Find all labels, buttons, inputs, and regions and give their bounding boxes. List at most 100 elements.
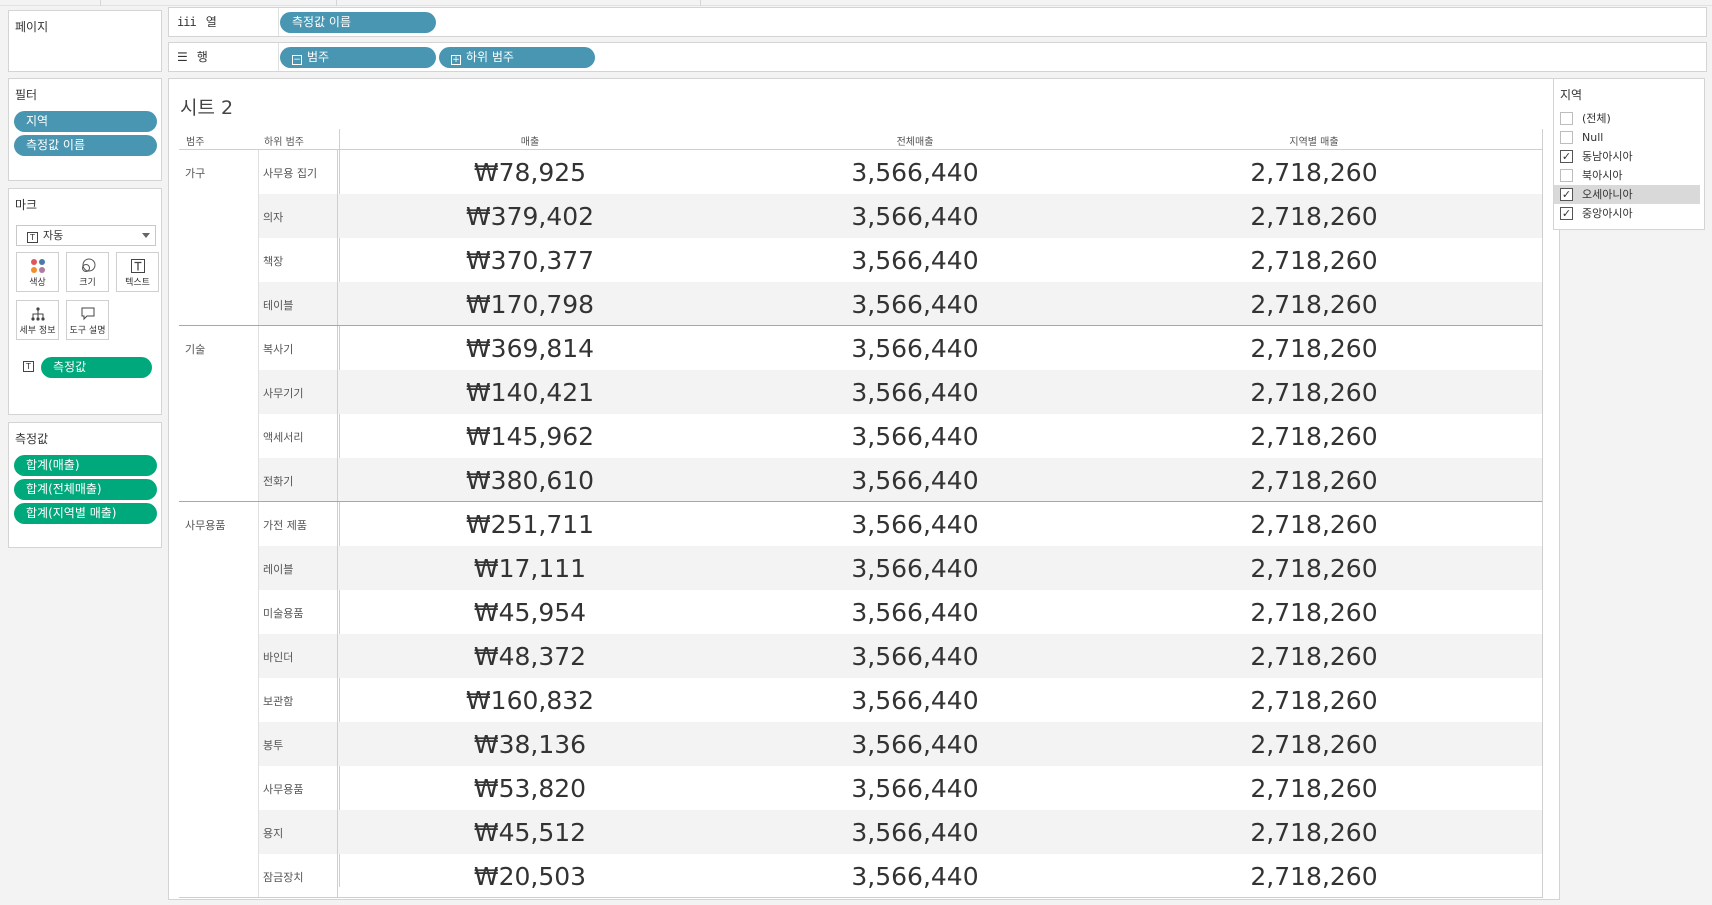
worksheet-view[interactable]: 시트 2 범주 하위 범주 매출 전체매출 지역별 매출 가구 사무용 집기 ₩78… (168, 78, 1560, 900)
subcategory-cell: 테이블 (263, 299, 294, 312)
sales-value: ₩38,136 (473, 730, 587, 759)
header-total-sales[interactable]: 전체매출 (731, 133, 1099, 148)
table-row[interactable]: 가구 사무용 집기 ₩78,925 3,566,440 2,718,260 (179, 150, 1543, 194)
table-row[interactable]: 잠금장치 ₩20,503 3,566,440 2,718,260 (179, 854, 1543, 898)
checkbox-checked[interactable]: ✓ (1560, 150, 1573, 163)
total-sales-value: 3,566,440 (851, 686, 979, 715)
columns-shelf[interactable]: iii 열 측정값 이름 (168, 7, 1707, 37)
table-row[interactable]: 사무용품 ₩53,820 3,566,440 2,718,260 (179, 766, 1543, 810)
columns-shelf-label: iii 열 (169, 8, 279, 36)
subcategory-cell: 액세서리 (263, 431, 304, 444)
header-region-sales[interactable]: 지역별 매출 (1130, 133, 1498, 148)
region-filter-card[interactable]: 지역 (전체) Null ✓ 동남아시아 북아시아 ✓ 오세아니아 ✓ 중앙아시아 (1553, 78, 1705, 230)
table-row[interactable]: 의자 ₩379,402 3,566,440 2,718,260 (179, 194, 1543, 238)
filters-card[interactable]: 필터 지역 측정값 이름 (8, 78, 162, 181)
region-sales-value: 2,718,260 (1250, 554, 1378, 583)
top-toolbar-strip (0, 0, 1712, 6)
columns-pill-measure-names[interactable]: 측정값 이름 (280, 12, 436, 33)
region-option-oceania[interactable]: ✓ 오세아니아 (1554, 185, 1700, 204)
table-row[interactable]: 사무기기 ₩140,421 3,566,440 2,718,260 (179, 370, 1543, 414)
checkbox[interactable] (1560, 112, 1573, 125)
marks-measure-values-pill[interactable]: 측정값 (41, 357, 152, 378)
subcategory-cell: 사무용 집기 (263, 167, 318, 180)
table-row[interactable]: 미술용품 ₩45,954 3,566,440 2,718,260 (179, 590, 1543, 634)
table-row[interactable]: 전화기 ₩380,610 3,566,440 2,718,260 (179, 458, 1543, 502)
subcategory-cell: 바인더 (263, 651, 294, 664)
checkbox[interactable] (1560, 131, 1573, 144)
rows-pill-subcategory-label: 하위 범주 (466, 50, 514, 64)
marks-card[interactable]: 마크 T 자동 색상 크기 텍스트 세부 정보 도구 설명 T 측정값 (8, 188, 162, 415)
size-button[interactable]: 크기 (66, 252, 109, 292)
region-option-north-asia[interactable]: 북아시아 (1554, 166, 1700, 185)
region-option-southeast-asia[interactable]: ✓ 동남아시아 (1554, 147, 1700, 166)
columns-icon: iii (177, 15, 197, 29)
measure-pill-region-sales[interactable]: 합계(지역별 매출) (14, 503, 157, 524)
header-sales[interactable]: 매출 (346, 133, 714, 148)
sales-value: ₩370,377 (465, 246, 595, 275)
region-option-label: 북아시아 (1582, 169, 1623, 182)
table-row[interactable]: 기술 복사기 ₩369,814 3,566,440 2,718,260 (179, 326, 1543, 370)
color-button-label: 색상 (29, 278, 46, 288)
subcategory-cell: 보관함 (263, 695, 294, 708)
sheet-title: 시트 2 (180, 97, 234, 119)
filter-pill-region[interactable]: 지역 (14, 111, 157, 132)
region-option-central-asia[interactable]: ✓ 중앙아시아 (1554, 204, 1700, 223)
table-row[interactable]: 테이블 ₩170,798 3,566,440 2,718,260 (179, 282, 1543, 326)
checkbox-checked[interactable]: ✓ (1560, 188, 1573, 201)
table-row[interactable]: 액세서리 ₩145,962 3,566,440 2,718,260 (179, 414, 1543, 458)
table-row[interactable]: 책장 ₩370,377 3,566,440 2,718,260 (179, 238, 1543, 282)
tooltip-button[interactable]: 도구 설명 (66, 300, 109, 340)
expand-icon[interactable]: + (451, 55, 461, 65)
checkbox-checked[interactable]: ✓ (1560, 207, 1573, 220)
group-divider (179, 325, 1543, 326)
region-option-null[interactable]: Null (1554, 128, 1700, 147)
total-sales-value: 3,566,440 (851, 818, 979, 847)
pages-card[interactable]: 페이지 (8, 10, 162, 72)
sales-value: ₩45,512 (473, 818, 587, 847)
region-sales-value: 2,718,260 (1250, 642, 1378, 671)
region-sales-value: 2,718,260 (1250, 290, 1378, 319)
text-button[interactable]: 텍스트 (116, 252, 159, 292)
filters-card-title: 필터 (15, 88, 38, 102)
total-sales-value: 3,566,440 (851, 862, 979, 891)
subcategory-cell: 책장 (263, 255, 284, 268)
measure-pill-total-sales[interactable]: 합계(전체매출) (14, 479, 157, 500)
rows-pill-subcategory[interactable]: + 하위 범주 (439, 47, 595, 68)
subcategory-cell: 미술용품 (263, 607, 304, 620)
region-option-label: Null (1582, 131, 1604, 144)
color-button[interactable]: 색상 (16, 252, 59, 292)
table-row[interactable]: 용지 ₩45,512 3,566,440 2,718,260 (179, 810, 1543, 854)
filter-pill-measure-names[interactable]: 측정값 이름 (14, 135, 157, 156)
sales-value: ₩379,402 (465, 202, 595, 231)
table-row[interactable]: 봉투 ₩38,136 3,566,440 2,718,260 (179, 722, 1543, 766)
mark-type-dropdown[interactable]: T 자동 (16, 225, 156, 246)
sales-value: ₩45,954 (473, 598, 587, 627)
subcategory-cell: 전화기 (263, 475, 294, 488)
region-option-all[interactable]: (전체) (1554, 109, 1700, 128)
total-sales-value: 3,566,440 (851, 378, 979, 407)
total-sales-value: 3,566,440 (851, 202, 979, 231)
rows-pill-category[interactable]: − 범주 (280, 47, 436, 68)
sales-value: ₩17,111 (473, 554, 587, 583)
measure-values-card[interactable]: 측정값 합계(매출) 합계(전체매출) 합계(지역별 매출) (8, 422, 162, 548)
total-sales-value: 3,566,440 (851, 246, 979, 275)
rows-shelf[interactable]: ☰ 행 − 범주 + 하위 범주 (168, 42, 1707, 72)
table-row[interactable]: 레이블 ₩17,111 3,566,440 2,718,260 (179, 546, 1543, 590)
pages-card-title: 페이지 (15, 20, 49, 34)
collapse-icon[interactable]: − (292, 55, 302, 65)
marks-card-title: 마크 (15, 198, 38, 212)
measure-pill-sales[interactable]: 합계(매출) (14, 455, 157, 476)
table-row[interactable]: 바인더 ₩48,372 3,566,440 2,718,260 (179, 634, 1543, 678)
group-divider (179, 501, 1543, 502)
detail-button[interactable]: 세부 정보 (16, 300, 59, 340)
region-sales-value: 2,718,260 (1250, 158, 1378, 187)
checkbox[interactable] (1560, 169, 1573, 182)
table-row[interactable]: 보관함 ₩160,832 3,566,440 2,718,260 (179, 678, 1543, 722)
table-row[interactable]: 사무용품 가전 제품 ₩251,711 3,566,440 2,718,260 (179, 502, 1543, 546)
sales-value: ₩53,820 (473, 774, 587, 803)
total-sales-value: 3,566,440 (851, 290, 979, 319)
toolbar-divider (700, 0, 701, 6)
subcategory-column-divider (258, 150, 259, 898)
sales-value: ₩145,962 (465, 422, 595, 451)
region-sales-value: 2,718,260 (1250, 510, 1378, 539)
